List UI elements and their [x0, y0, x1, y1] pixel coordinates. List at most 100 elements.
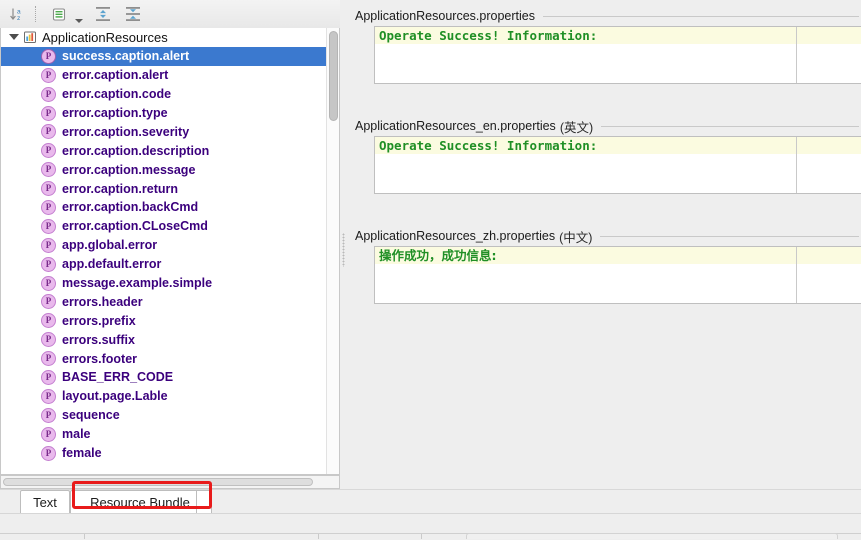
bundle-key-tree[interactable]: ApplicationResources Psuccess.caption.al…: [0, 28, 340, 475]
tree-vertical-scrollbar-thumb[interactable]: [329, 31, 338, 121]
tree-item-label: sequence: [62, 408, 120, 423]
property-key-icon: P: [41, 388, 56, 404]
tree-item[interactable]: Playout.page.Lable: [1, 387, 326, 406]
status-tick-right: [421, 534, 422, 539]
locale-value-editor[interactable]: Operate Success! Information:: [374, 26, 861, 84]
locale-section: ApplicationResources_en.properties (英文) Op…: [348, 116, 861, 194]
right-margin-guide: [796, 247, 797, 303]
translation-editors-pane: ApplicationResources.properties Operate S…: [348, 0, 861, 489]
chevron-down-icon: [75, 19, 83, 23]
tree-item[interactable]: Perror.caption.type: [1, 104, 326, 123]
tree-root-node[interactable]: ApplicationResources: [1, 28, 326, 47]
property-key-icon: P: [41, 294, 56, 310]
tree-item[interactable]: Perrors.suffix: [1, 330, 326, 349]
locale-value-editor[interactable]: 操作成功，成功信息:: [374, 246, 861, 304]
locale-value-text: Operate Success! Information:: [379, 28, 598, 43]
tree-item-label: error.caption.description: [62, 143, 210, 158]
tree-item[interactable]: Perror.caption.code: [1, 85, 326, 104]
tree-item-list: Psuccess.caption.alert Perror.caption.ale…: [1, 46, 326, 463]
tree-item-label: error.caption.message: [62, 162, 196, 177]
right-margin-guide: [796, 137, 797, 193]
property-key-icon: P: [41, 48, 56, 64]
bundle-toolbar: a z: [0, 0, 340, 29]
tree-item[interactable]: Perror.caption.backCmd: [1, 198, 326, 217]
tree-item[interactable]: Perror.caption.return: [1, 179, 326, 198]
tree-item[interactable]: Papp.default.error: [1, 255, 326, 274]
locale-file-name: ApplicationResources_en.properties: [355, 119, 556, 133]
tree-item-label: error.caption.return: [62, 181, 178, 196]
group-by-prefix-button[interactable]: [46, 2, 72, 26]
tree-item-label: errors.prefix: [62, 313, 136, 328]
tree-item-label: errors.suffix: [62, 332, 135, 347]
property-key-icon: P: [41, 162, 56, 178]
tree-item[interactable]: Perror.caption.CLoseCmd: [1, 217, 326, 236]
tree-item[interactable]: Perrors.footer: [1, 349, 326, 368]
tree-item[interactable]: Pfemale: [1, 444, 326, 463]
tree-item[interactable]: Pmessage.example.simple: [1, 274, 326, 293]
section-rule: [600, 235, 859, 237]
tree-item-label: error.caption.code: [62, 87, 172, 102]
property-key-icon: P: [41, 256, 56, 272]
tab-trailing-filler: [196, 490, 212, 513]
tree-item[interactable]: Perrors.prefix: [1, 311, 326, 330]
property-key-icon: P: [41, 275, 56, 291]
locale-section: ApplicationResources_zh.properties (中文) 操作…: [348, 226, 861, 304]
property-key-icon: P: [41, 332, 56, 348]
property-key-icon: P: [41, 199, 56, 215]
tree-item[interactable]: Papp.global.error: [1, 236, 326, 255]
tree-item[interactable]: Perror.caption.severity: [1, 122, 326, 141]
locale-file-name: ApplicationResources_zh.properties: [355, 229, 556, 243]
locale-section: ApplicationResources.properties Operate S…: [348, 6, 861, 84]
pane-splitter[interactable]: [340, 0, 348, 489]
tree-vertical-scrollbar[interactable]: [326, 28, 339, 474]
sort-alphabetically-button[interactable]: a z: [4, 2, 30, 26]
tree-item[interactable]: Perrors.header: [1, 292, 326, 311]
tree-item-label: app.global.error: [62, 238, 158, 253]
chevron-down-icon[interactable]: [7, 30, 21, 44]
status-tick-mid: [318, 534, 319, 539]
status-tick-left: [84, 534, 85, 539]
property-key-icon: P: [41, 124, 56, 140]
expand-all-button[interactable]: [90, 2, 116, 26]
locale-language-tag: (英文): [559, 120, 594, 135]
property-key-icon: P: [41, 426, 56, 442]
tree-item-label: error.caption.backCmd: [62, 200, 199, 215]
tree-item[interactable]: Perror.caption.description: [1, 141, 326, 160]
collapse-all-button[interactable]: [120, 2, 146, 26]
right-margin-guide: [796, 27, 797, 83]
tree-item-label: layout.page.Lable: [62, 389, 168, 404]
locale-value-text: Operate Success! Information:: [379, 138, 598, 153]
toolbar-separator: [35, 6, 37, 22]
tree-item[interactable]: Perror.caption.alert: [1, 66, 326, 85]
tree-viewport: ApplicationResources Psuccess.caption.al…: [1, 28, 326, 474]
tree-item[interactable]: Psuccess.caption.alert: [1, 46, 326, 66]
tab-resource-bundle[interactable]: Resource Bundle: [70, 490, 210, 513]
property-key-icon: P: [41, 218, 56, 234]
property-key-icon: P: [41, 445, 56, 461]
tree-item[interactable]: Psequence: [1, 406, 326, 425]
property-key-icon: P: [41, 313, 56, 329]
tree-item[interactable]: Pmale: [1, 425, 326, 444]
tree-item-label: message.example.simple: [62, 276, 213, 291]
tree-horizontal-scrollbar-thumb[interactable]: [3, 478, 313, 486]
status-bar-widget: [466, 533, 838, 539]
tree-item-label: errors.header: [62, 294, 143, 309]
tree-item-label: error.caption.type: [62, 106, 168, 120]
tree-item[interactable]: Perror.caption.message: [1, 160, 326, 179]
section-rule: [601, 125, 859, 127]
tree-horizontal-scrollbar[interactable]: [0, 475, 340, 489]
tab-text-label: Text: [33, 494, 57, 510]
locale-file-name: ApplicationResources.properties: [355, 9, 535, 23]
toolbar-dropdown-caret[interactable]: [72, 0, 86, 29]
property-key-icon: P: [41, 351, 56, 367]
tree-item-label: app.default.error: [62, 257, 162, 272]
tree-item-label: errors.footer: [62, 351, 138, 366]
tree-item-label: error.caption.CLoseCmd: [62, 219, 208, 234]
locale-value-editor[interactable]: Operate Success! Information:: [374, 136, 861, 194]
splitter-grip-icon[interactable]: [342, 233, 345, 267]
tree-item[interactable]: P BASE_ERR_CODE: [1, 368, 326, 387]
tab-text[interactable]: Text: [20, 490, 70, 513]
property-key-icon: P: [41, 105, 56, 121]
bundle-keys-pane: a z ApplicationResources P success.capti…: [0, 0, 340, 513]
locale-language-tag: (中文): [559, 230, 593, 245]
